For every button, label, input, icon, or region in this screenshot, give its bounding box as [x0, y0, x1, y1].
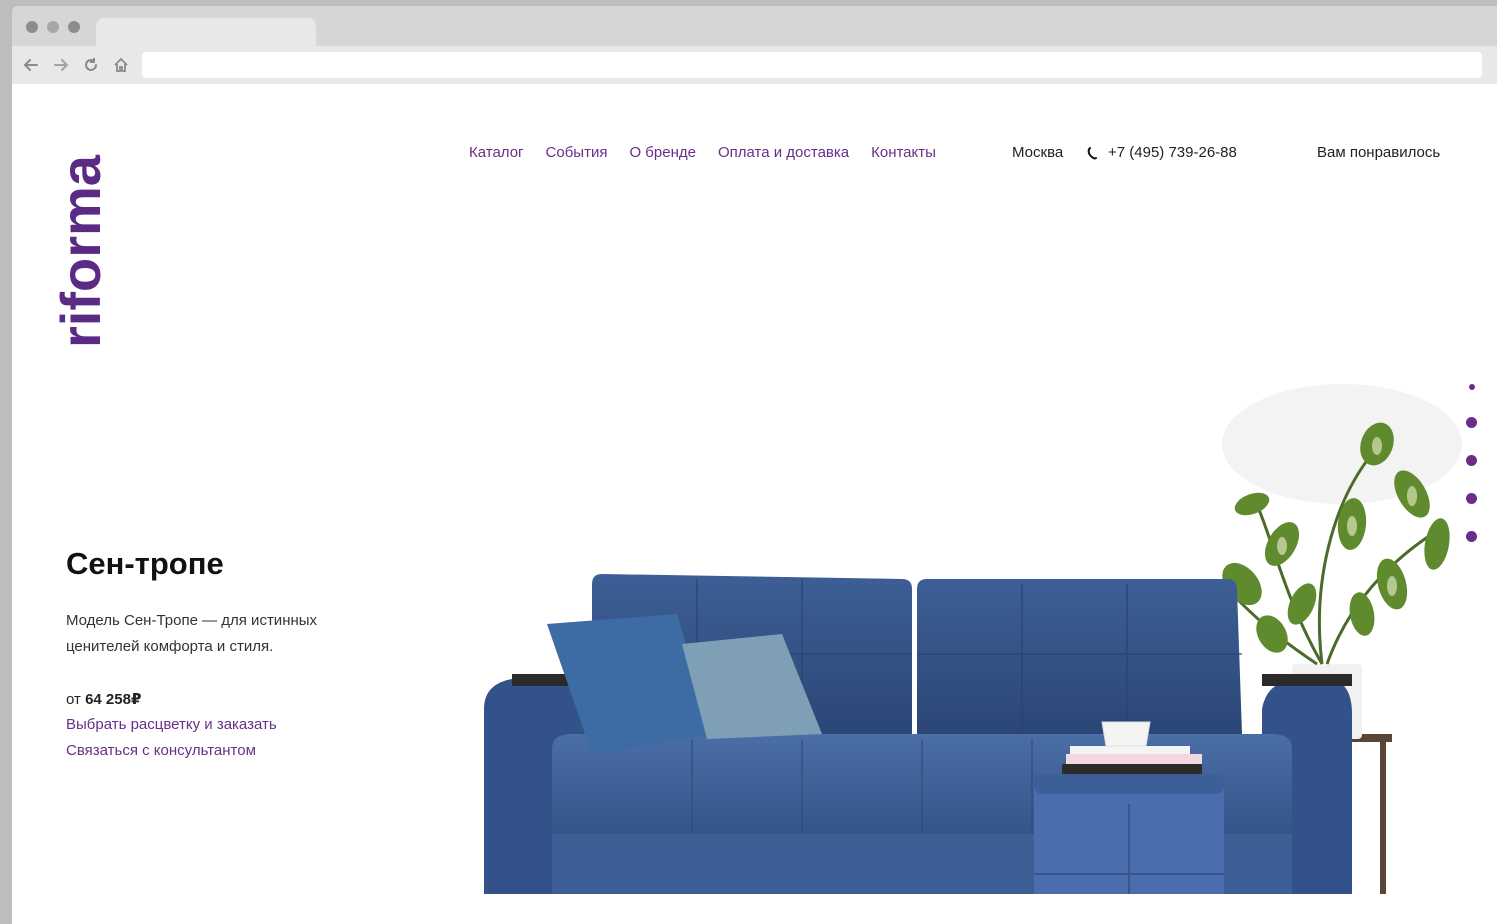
phone-number: +7 (495) 739-26-88 — [1108, 144, 1237, 161]
riforma-logo[interactable]: riforma — [52, 136, 112, 356]
slide-dot-2[interactable] — [1466, 417, 1477, 428]
product-title: Сен-тропе — [66, 546, 224, 581]
nav-events[interactable]: События — [546, 144, 608, 161]
home-icon[interactable] — [112, 56, 130, 74]
sofa-product-image — [484, 384, 1462, 894]
reload-icon[interactable] — [82, 56, 100, 74]
price-value: 64 258₽ — [85, 691, 142, 708]
slide-dot-4[interactable] — [1466, 493, 1477, 504]
svg-text:riforma: riforma — [52, 154, 112, 348]
page-content: riforma Каталог События О бренде Оплата … — [12, 84, 1497, 924]
product-description: Модель Сен-Тропе — для истинных ценителе… — [66, 612, 318, 655]
favorites-link[interactable]: Вам понравилось — [1317, 144, 1440, 161]
address-bar[interactable] — [142, 52, 1482, 78]
product-price: от 64 258₽ — [66, 690, 141, 708]
back-arrow-icon[interactable] — [22, 56, 40, 74]
city-selector[interactable]: Москва — [1012, 144, 1063, 161]
window-controls — [26, 21, 80, 33]
slide-dot-5[interactable] — [1466, 531, 1477, 542]
nav-contacts[interactable]: Контакты — [871, 144, 936, 161]
browser-window: riforma Каталог События О бренде Оплата … — [12, 6, 1497, 924]
browser-tab[interactable] — [96, 18, 316, 46]
browser-titlebar — [12, 6, 1497, 46]
forward-arrow-icon[interactable] — [52, 56, 70, 74]
minimize-window-button[interactable] — [47, 21, 59, 33]
nav-about[interactable]: О бренде — [629, 144, 696, 161]
maximize-window-button[interactable] — [68, 21, 80, 33]
main-nav: Каталог События О бренде Оплата и достав… — [469, 144, 936, 161]
choose-color-order-link[interactable]: Выбрать расцветку и заказать — [66, 716, 277, 733]
nav-catalog[interactable]: Каталог — [469, 144, 524, 161]
phone-contact[interactable]: +7 (495) 739-26-88 — [1086, 144, 1237, 161]
browser-toolbar — [12, 46, 1497, 84]
price-prefix: от — [66, 691, 81, 708]
slider-pagination — [1466, 384, 1477, 542]
slide-dot-1[interactable] — [1468, 384, 1475, 390]
slide-dot-3[interactable] — [1466, 455, 1477, 466]
nav-payment-delivery[interactable]: Оплата и доставка — [718, 144, 849, 161]
phone-icon — [1087, 146, 1097, 159]
close-window-button[interactable] — [26, 21, 38, 33]
contact-consultant-link[interactable]: Связаться с консультантом — [66, 742, 256, 759]
